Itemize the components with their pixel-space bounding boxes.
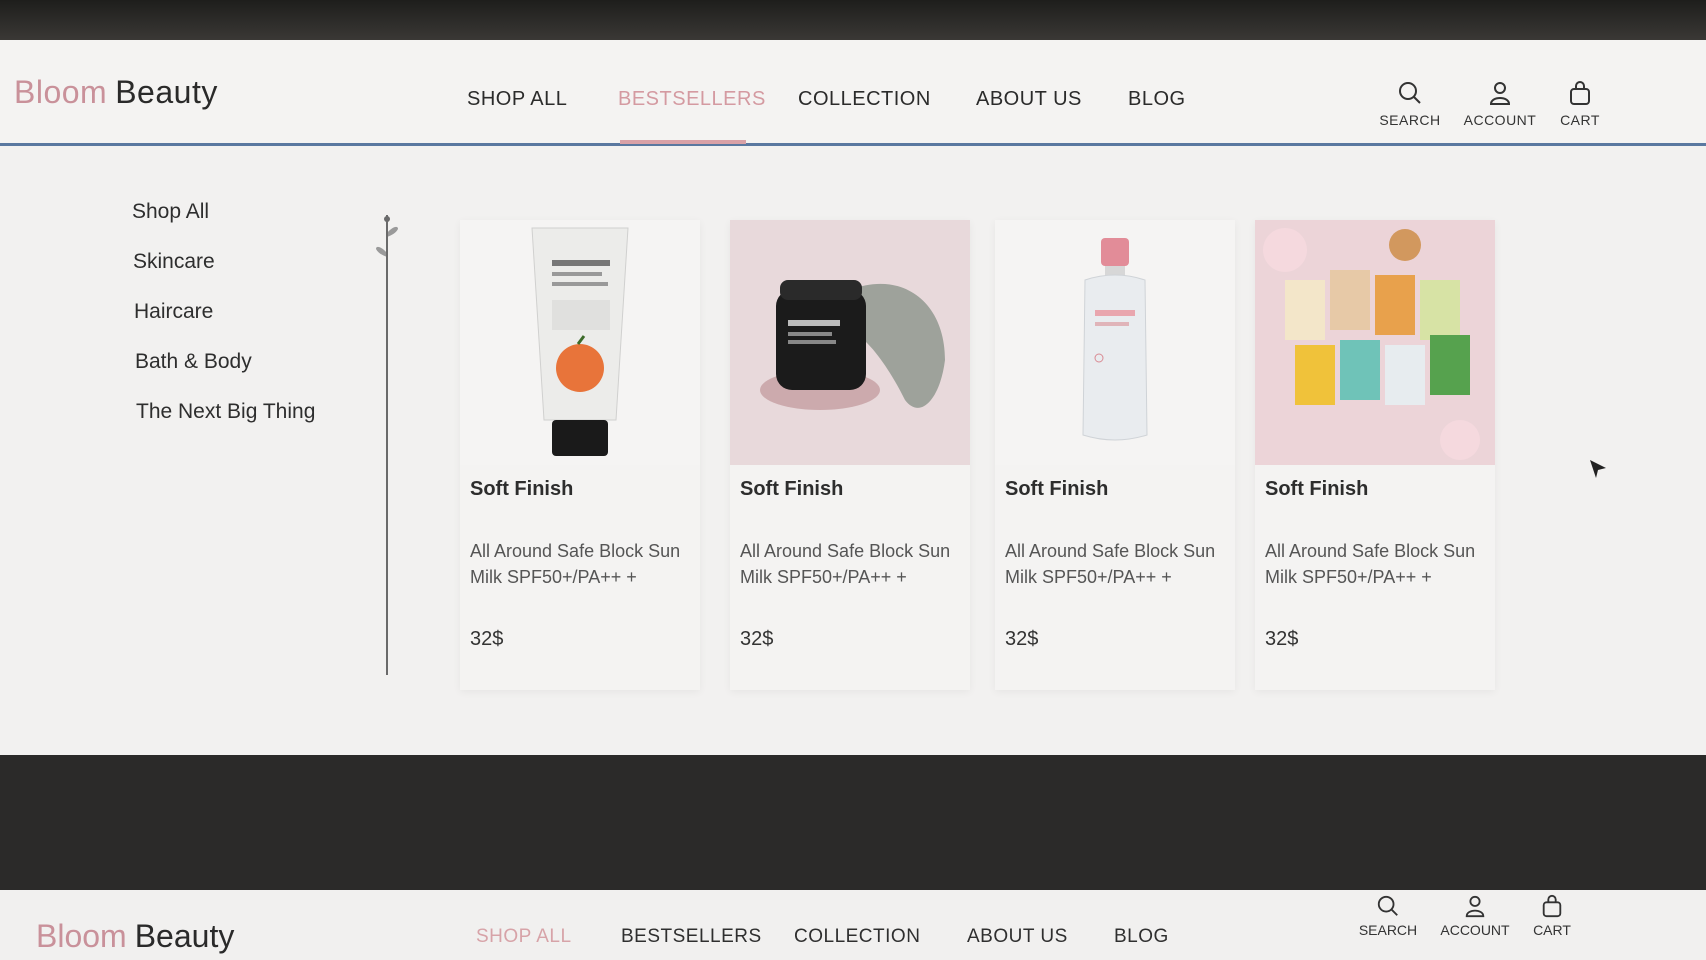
product-image-clay-mask bbox=[730, 220, 970, 465]
sidebar-item-shop-all[interactable]: Shop All bbox=[132, 200, 209, 224]
sidebar-item-haircare[interactable]: Haircare bbox=[134, 300, 213, 324]
nav-shop-all[interactable]: SHOP ALL bbox=[467, 88, 567, 111]
product-name: Soft Finish bbox=[470, 478, 574, 500]
product-image-sheet-masks bbox=[1255, 220, 1495, 465]
user-icon bbox=[1489, 82, 1511, 105]
bottom-cart-label: CART bbox=[1533, 922, 1571, 938]
brand-logo[interactable]: Bloom Beauty bbox=[14, 74, 218, 111]
active-nav-underline bbox=[620, 140, 746, 144]
header: Bloom Beauty SHOP ALL BESTSELLERS COLLECT… bbox=[0, 40, 1706, 146]
bottom-search-label: SEARCH bbox=[1358, 922, 1418, 938]
brand-logo-part2: Beauty bbox=[115, 74, 218, 110]
bottom-cart-button[interactable]: CART bbox=[1512, 894, 1592, 940]
bag-icon bbox=[1542, 894, 1562, 918]
product-card[interactable]: Soft Finish All Around Safe Block Sun Mi… bbox=[995, 220, 1235, 690]
bottom-nav-bestsellers[interactable]: BESTSELLERS bbox=[621, 926, 762, 948]
product-card[interactable]: Soft Finish All Around Safe Block Sun Mi… bbox=[1255, 220, 1495, 690]
bottom-account-label: ACCOUNT bbox=[1440, 922, 1510, 938]
nav-about-us[interactable]: ABOUT US bbox=[976, 88, 1082, 111]
product-description: All Around Safe Block Sun Milk SPF50+/PA… bbox=[740, 541, 951, 587]
bottom-nav-collection[interactable]: COLLECTION bbox=[794, 926, 920, 948]
user-icon bbox=[1465, 895, 1485, 918]
product-name: Soft Finish bbox=[1265, 478, 1369, 500]
nav-blog[interactable]: BLOG bbox=[1128, 88, 1186, 111]
nav-bestsellers[interactable]: BESTSELLERS bbox=[618, 88, 766, 111]
product-card[interactable]: Soft Finish All Around Safe Block Sun Mi… bbox=[730, 220, 970, 690]
product-description: All Around Safe Block Sun Milk SPF50+/PA… bbox=[1265, 541, 1476, 587]
nav-collection[interactable]: COLLECTION bbox=[798, 88, 931, 111]
main-panel: Bloom Beauty SHOP ALL BESTSELLERS COLLECT… bbox=[0, 40, 1706, 755]
cart-label: CART bbox=[1560, 112, 1600, 128]
cart-button[interactable]: CART bbox=[1540, 80, 1620, 130]
sidebar-divider bbox=[386, 215, 388, 675]
product-price: 32$ bbox=[740, 628, 774, 650]
product-price: 32$ bbox=[470, 628, 504, 650]
search-label: SEARCH bbox=[1379, 112, 1441, 128]
sidebar-item-next-big-thing[interactable]: The Next Big Thing bbox=[136, 400, 315, 424]
bottom-account-button[interactable]: ACCOUNT bbox=[1435, 894, 1515, 940]
mouse-cursor-icon bbox=[1590, 460, 1606, 478]
search-icon bbox=[1399, 82, 1421, 104]
product-image-cleansing-water bbox=[995, 220, 1235, 465]
bag-icon bbox=[1570, 81, 1590, 105]
bottom-brand-part1: Bloom bbox=[36, 918, 127, 954]
product-description: All Around Safe Block Sun Milk SPF50+/PA… bbox=[470, 541, 681, 587]
product-image-cleanser bbox=[460, 220, 700, 465]
bottom-nav-shop-all[interactable]: SHOP ALL bbox=[476, 926, 572, 948]
product-card[interactable]: Soft Finish All Around Safe Block Sun Mi… bbox=[460, 220, 700, 690]
bottom-header: Bloom Beauty SHOP ALL BESTSELLERS COLLECT… bbox=[0, 890, 1706, 960]
search-button[interactable]: SEARCH bbox=[1370, 80, 1450, 130]
bottom-nav-blog[interactable]: BLOG bbox=[1114, 926, 1169, 948]
account-button[interactable]: ACCOUNT bbox=[1460, 80, 1540, 130]
search-icon bbox=[1377, 895, 1398, 916]
brand-logo-part1: Bloom bbox=[14, 74, 108, 110]
sidebar-item-bath-body[interactable]: Bath & Body bbox=[135, 350, 252, 374]
monitor-bezel-top bbox=[0, 0, 1706, 40]
product-price: 32$ bbox=[1265, 628, 1299, 650]
product-name: Soft Finish bbox=[1005, 478, 1109, 500]
product-description: All Around Safe Block Sun Milk SPF50+/PA… bbox=[1005, 541, 1216, 587]
product-name: Soft Finish bbox=[740, 478, 844, 500]
account-label: ACCOUNT bbox=[1463, 112, 1537, 128]
bottom-brand-part2: Beauty bbox=[134, 918, 235, 954]
bottom-nav-about-us[interactable]: ABOUT US bbox=[967, 926, 1068, 948]
sidebar-item-skincare[interactable]: Skincare bbox=[133, 250, 215, 274]
bottom-search-button[interactable]: SEARCH bbox=[1348, 894, 1428, 940]
product-price: 32$ bbox=[1005, 628, 1039, 650]
bottom-brand-logo[interactable]: Bloom Beauty bbox=[36, 918, 234, 955]
